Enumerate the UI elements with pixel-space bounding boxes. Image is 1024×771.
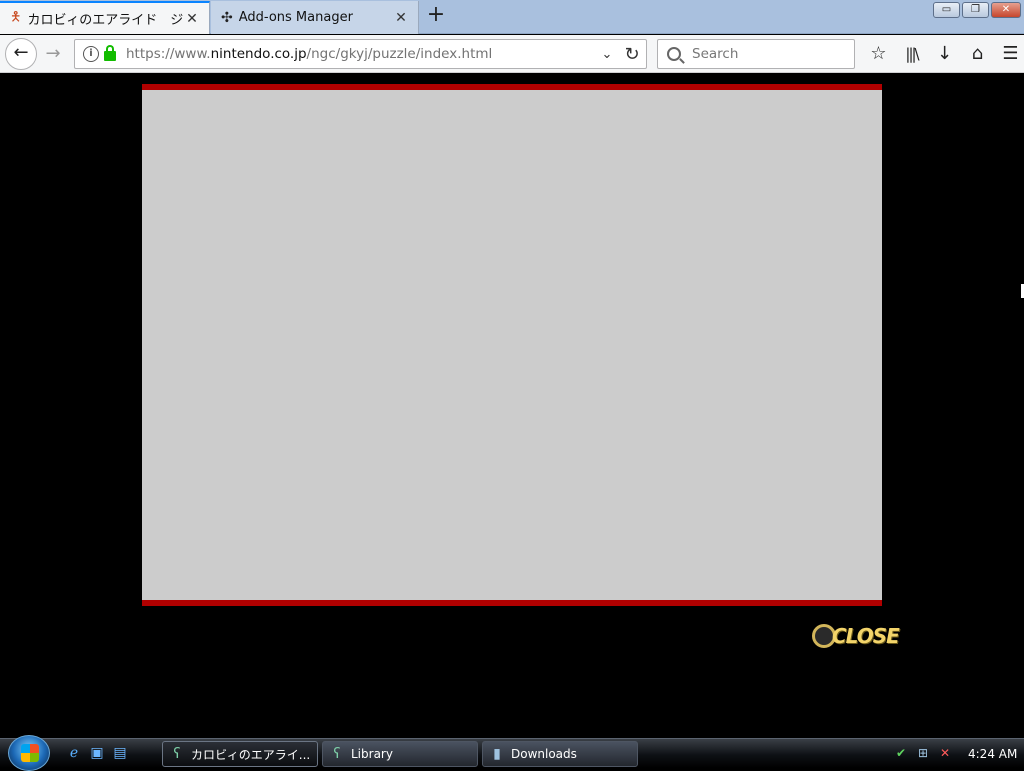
- browser-icon: ʕ: [173, 746, 181, 762]
- url-path: /ngc/gkyj/puzzle/index.html: [306, 46, 493, 62]
- puzzle-icon: ✣: [221, 9, 233, 26]
- tab-close-icon[interactable]: ✕: [185, 11, 199, 27]
- tab-kirby-air-ride[interactable]: 🯅 カロビィのエアライド ジ ✕: [0, 1, 210, 34]
- page-content: CLOSE: [0, 74, 1024, 738]
- info-icon[interactable]: i: [83, 46, 99, 62]
- start-button[interactable]: [8, 735, 50, 771]
- menu-icon[interactable]: ☰: [994, 41, 1024, 67]
- home-icon[interactable]: ⌂: [961, 41, 994, 67]
- tab-strip: 🯅 カロビィのエアライド ジ ✕ ✣ Add-ons Manager ✕ + ▭…: [0, 0, 1024, 34]
- minimize-button[interactable]: ▭: [933, 2, 960, 18]
- mario-favicon-icon: 🯅: [10, 9, 22, 25]
- search-icon: [667, 47, 681, 61]
- restore-button[interactable]: ❐: [962, 2, 989, 18]
- internet-explorer-icon[interactable]: ℯ: [64, 745, 84, 763]
- nav-bar: ← → i https://www.nintendo.co.jp/ngc/gky…: [0, 35, 1024, 73]
- puzzle-panel[interactable]: [142, 84, 882, 606]
- clock[interactable]: 4:24 AM: [968, 747, 1017, 761]
- taskbar-item-label: カロビィのエアライ...: [191, 747, 311, 762]
- chevron-down-icon[interactable]: ⌄: [596, 47, 618, 62]
- volume-muted-icon[interactable]: ✕: [936, 746, 954, 762]
- lock-icon[interactable]: [104, 45, 116, 61]
- taskbar-item-browser[interactable]: ʕ カロビィのエアライ...: [162, 741, 318, 767]
- tab-title: Add-ons Manager: [238, 10, 353, 25]
- url-prefix: https://www.: [126, 46, 211, 62]
- close-window-button[interactable]: ✕: [991, 2, 1021, 18]
- search-placeholder: Search: [692, 46, 739, 62]
- windows-logo-icon: [21, 744, 39, 762]
- toolbar-icons: ☆ |||\ ↓ ⌂ ☰: [862, 41, 1024, 67]
- show-desktop-icon[interactable]: ▣: [87, 745, 107, 763]
- downloads-icon[interactable]: ↓: [928, 41, 961, 67]
- folder-icon: ▮: [493, 746, 501, 762]
- network-icon[interactable]: ⊞: [914, 746, 932, 762]
- new-tab-button[interactable]: +: [425, 4, 447, 28]
- url-host: nintendo.co.jp: [210, 46, 307, 62]
- taskbar-item-downloads[interactable]: ▮ Downloads: [482, 741, 638, 767]
- window-controls: ▭ ❐ ✕: [933, 2, 1021, 18]
- taskbar-item-label: Library: [351, 747, 393, 761]
- switch-windows-icon[interactable]: ▤: [110, 745, 130, 763]
- taskbar-item-label: Downloads: [511, 747, 577, 761]
- taskbar: ℯ ▣ ▤ ʕ カロビィのエアライ... ʕ Library ▮ Downloa…: [0, 735, 1024, 771]
- search-bar[interactable]: Search: [657, 39, 855, 69]
- url-text[interactable]: https://www.nintendo.co.jp/ngc/gkyj/puzz…: [126, 46, 596, 62]
- close-button[interactable]: CLOSE: [812, 618, 900, 654]
- url-bar[interactable]: i https://www.nintendo.co.jp/ngc/gkyj/pu…: [74, 39, 647, 69]
- forward-button[interactable]: →: [42, 43, 64, 65]
- system-tray: ✔ ⊞ ✕ 4:24 AM: [888, 739, 1024, 769]
- bookmark-star-icon[interactable]: ☆: [862, 41, 895, 67]
- security-check-icon[interactable]: ✔: [892, 746, 910, 762]
- tab-title: カロビィのエアライド ジ: [27, 13, 184, 28]
- browser-icon: ʕ: [333, 746, 341, 762]
- tab-addons-manager[interactable]: ✣ Add-ons Manager ✕: [211, 1, 419, 34]
- tab-close-icon[interactable]: ✕: [394, 10, 408, 26]
- reload-icon[interactable]: ↻: [618, 44, 646, 65]
- back-button[interactable]: ←: [5, 38, 37, 70]
- close-button-label: CLOSE: [832, 624, 900, 648]
- taskbar-item-library[interactable]: ʕ Library: [322, 741, 478, 767]
- library-icon[interactable]: |||\: [895, 41, 928, 67]
